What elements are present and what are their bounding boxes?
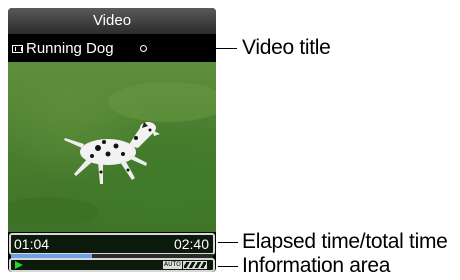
video-title: Running Dog: [26, 40, 114, 57]
elapsed-time: 01:04: [14, 236, 50, 252]
label-information-area: Information area: [242, 254, 391, 277]
auto-badge: AUTO: [163, 261, 182, 269]
callout-line-info: [218, 266, 238, 267]
label-elapsed-total-time: Elapsed time/total time: [242, 230, 448, 253]
time-display: 01:04 02:40: [9, 233, 215, 255]
callout-line-time: [218, 242, 238, 243]
battery-icon: [183, 261, 207, 269]
video-file-icon: [12, 45, 23, 53]
total-time: 02:40: [173, 236, 209, 252]
video-frame: [8, 62, 216, 232]
video-title-bar: Running Dog: [8, 36, 216, 62]
callout-line-title: [147, 48, 237, 49]
information-area: AUTO: [9, 258, 215, 272]
screen-header: Video: [8, 8, 216, 34]
play-icon: [15, 261, 23, 269]
callout-dot-title: [140, 45, 147, 52]
label-video-title: Video title: [242, 36, 331, 59]
running-dog-image: [8, 82, 216, 227]
